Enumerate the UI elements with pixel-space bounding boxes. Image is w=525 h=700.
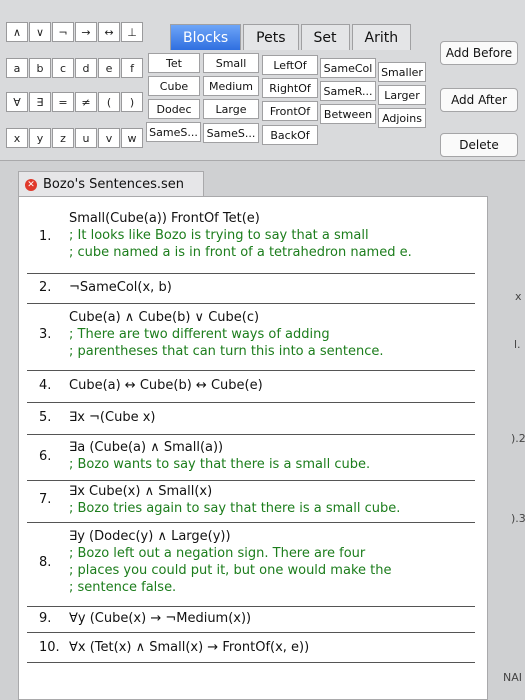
sentence-comment: ; Bozo tries again to say that there is … (69, 501, 401, 516)
predicate-samerow[interactable]: SameR... (320, 81, 376, 101)
predicate-large[interactable]: Large (203, 99, 259, 119)
delete-button[interactable]: Delete (440, 133, 518, 157)
sentence-text: Cube(a) ∧ Cube(b) ∨ Cube(c) (69, 310, 260, 325)
predicate-between[interactable]: Between (320, 104, 376, 124)
sentence-comment: ; It looks like Bozo is trying to say th… (69, 228, 369, 243)
document-title: Bozo's Sentences.sen (43, 177, 185, 192)
background-window-glimpse: l. (514, 338, 521, 351)
tab-arith[interactable]: Arith (351, 24, 412, 50)
predicate-samecol[interactable]: SameCol (320, 58, 376, 78)
sentence-number: 1. (39, 229, 52, 244)
sentence-comment: ; There are two different ways of adding (69, 327, 330, 342)
sentence-number: 4. (39, 378, 52, 393)
constant-f-key[interactable]: f (121, 58, 143, 78)
background-window-glimpse: ).3 (511, 512, 525, 525)
sentence-text: ∃y (Dodec(y) ∧ Large(y)) (69, 529, 231, 544)
sentence-number: 5. (39, 410, 52, 425)
sentence-number: 10. (39, 640, 60, 655)
constant-e-key[interactable]: e (98, 58, 120, 78)
constant-b-key[interactable]: b (29, 58, 51, 78)
sentence-row-3[interactable]: 3. Cube(a) ∧ Cube(b) ∨ Cube(c) ; There a… (27, 303, 475, 371)
background-window-glimpse: x (515, 290, 522, 303)
sentence-number: 8. (39, 555, 52, 570)
sentence-text: ∃x Cube(x) ∧ Small(x) (69, 484, 213, 499)
equals-symbol-key[interactable]: = (52, 92, 74, 112)
variable-z-key[interactable]: z (52, 128, 74, 148)
sentence-comment: ; Bozo left out a negation sign. There a… (69, 546, 366, 561)
variable-x-key[interactable]: x (6, 128, 28, 148)
not-equals-symbol-key[interactable]: ≠ (75, 92, 97, 112)
sentence-row-2[interactable]: 2. ¬SameCol(x, b) (27, 273, 475, 304)
not-symbol-key[interactable]: ¬ (52, 22, 74, 42)
toolbar-panel: ∧ ∨ ¬ → ↔ ⊥ a b c d e f ∀ ∃ = ≠ ( ) x y … (0, 0, 525, 161)
background-window-glimpse: ).2 (511, 432, 525, 445)
sentence-text: Cube(a) ↔ Cube(b) ↔ Cube(e) (69, 378, 263, 393)
close-icon[interactable]: ✕ (25, 178, 37, 191)
sentence-comment: ; places you could put it, but one would… (69, 563, 392, 578)
sentence-row-6[interactable]: 6. ∃a (Cube(a) ∧ Small(a)) ; Bozo wants … (27, 434, 475, 481)
predicate-smaller[interactable]: Smaller (378, 62, 426, 82)
predicate-sameshape[interactable]: SameS... (146, 122, 201, 142)
sentence-row-1[interactable]: 1. Small(Cube(a)) FrontOf Tet(e) ; It lo… (27, 205, 475, 274)
predicate-rightof[interactable]: RightOf (262, 78, 318, 98)
and-symbol-key[interactable]: ∧ (6, 22, 28, 42)
sentence-number: 7. (39, 492, 52, 507)
sentence-editor[interactable]: 1. Small(Cube(a)) FrontOf Tet(e) ; It lo… (18, 196, 488, 700)
sentence-comment: ; sentence false. (69, 580, 177, 595)
predicate-backof[interactable]: BackOf (262, 125, 318, 145)
variable-u-key[interactable]: u (75, 128, 97, 148)
predicate-small[interactable]: Small (203, 53, 259, 73)
sentence-row-7[interactable]: 7. ∃x Cube(x) ∧ Small(x) ; Bozo tries ag… (27, 480, 475, 523)
sentence-row-4[interactable]: 4. Cube(a) ↔ Cube(b) ↔ Cube(e) (27, 370, 475, 403)
sentence-comment: ; parentheses that can turn this into a … (69, 344, 384, 359)
forall-symbol-key[interactable]: ∀ (6, 92, 28, 112)
iff-symbol-key[interactable]: ↔ (98, 22, 120, 42)
sentence-text: Small(Cube(a)) FrontOf Tet(e) (69, 211, 260, 226)
exists-symbol-key[interactable]: ∃ (29, 92, 51, 112)
predicate-cube[interactable]: Cube (148, 76, 200, 96)
add-after-button[interactable]: Add After (440, 88, 518, 112)
sentence-text: ∀y (Cube(x) → ¬Medium(x)) (69, 611, 252, 626)
implies-symbol-key[interactable]: → (75, 22, 97, 42)
predicate-larger[interactable]: Larger (378, 85, 426, 105)
variable-w-key[interactable]: w (121, 128, 143, 148)
predicate-samesize[interactable]: SameS... (203, 123, 259, 143)
sentence-comment: ; Bozo wants to say that there is a smal… (69, 457, 371, 472)
tab-blocks[interactable]: Blocks (170, 24, 242, 50)
sentence-text: ∃a (Cube(a) ∧ Small(a)) (69, 440, 224, 455)
predicate-tet[interactable]: Tet (148, 53, 200, 73)
sentence-row-5[interactable]: 5. ∃x ¬(Cube x) (27, 402, 475, 435)
sentence-number: 2. (39, 280, 52, 295)
variable-y-key[interactable]: y (29, 128, 51, 148)
sentence-text: ∀x (Tet(x) ∧ Small(x) → FrontOf(x, e)) (69, 640, 310, 655)
predicate-adjoins[interactable]: Adjoins (378, 108, 426, 128)
or-symbol-key[interactable]: ∨ (29, 22, 51, 42)
sentence-row-9[interactable]: 9. ∀y (Cube(x) → ¬Medium(x)) (27, 606, 475, 633)
add-before-button[interactable]: Add Before (440, 41, 518, 65)
tab-set[interactable]: Set (300, 24, 350, 50)
variable-v-key[interactable]: v (98, 128, 120, 148)
constant-c-key[interactable]: c (52, 58, 74, 78)
sentence-row-8[interactable]: 8. ∃y (Dodec(y) ∧ Large(y)) ; Bozo left … (27, 522, 475, 607)
document-tab[interactable]: ✕ Bozo's Sentences.sen (18, 171, 204, 197)
sentence-number: 3. (39, 327, 52, 342)
predicate-dodec[interactable]: Dodec (148, 99, 200, 119)
tab-pets[interactable]: Pets (243, 24, 299, 50)
sentence-text: ∃x ¬(Cube x) (69, 410, 156, 425)
constant-a-key[interactable]: a (6, 58, 28, 78)
constant-d-key[interactable]: d (75, 58, 97, 78)
sentence-text: ¬SameCol(x, b) (69, 280, 172, 295)
sentence-number: 9. (39, 611, 52, 626)
bottom-symbol-key[interactable]: ⊥ (121, 22, 143, 42)
predicate-frontof[interactable]: FrontOf (262, 101, 318, 121)
open-paren-key[interactable]: ( (98, 92, 120, 112)
predicate-medium[interactable]: Medium (203, 76, 259, 96)
sentence-number: 6. (39, 449, 52, 464)
language-tabs: Blocks Pets Set Arith (170, 24, 413, 50)
predicate-leftof[interactable]: LeftOf (262, 55, 318, 75)
close-paren-key[interactable]: ) (121, 92, 143, 112)
sentence-comment: ; cube named a is in front of a tetrahed… (69, 245, 412, 260)
background-window-glimpse: NAI (503, 671, 522, 684)
sentence-row-10[interactable]: 10. ∀x (Tet(x) ∧ Small(x) → FrontOf(x, e… (27, 632, 475, 663)
